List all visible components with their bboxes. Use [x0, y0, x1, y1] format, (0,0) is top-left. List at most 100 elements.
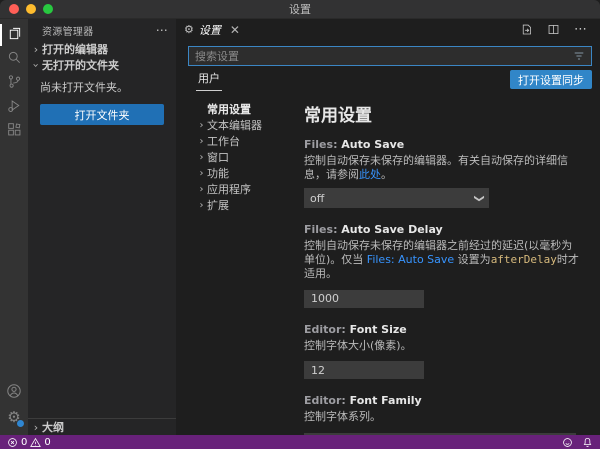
toc-item-workbench[interactable]: › 工作台 — [196, 133, 300, 149]
setting-prefix: Editor: — [304, 394, 350, 407]
window-title: 设置 — [0, 1, 600, 17]
toc-item-commonly-used[interactable]: 常用设置 — [196, 101, 300, 117]
settings-sync-button[interactable]: 打开设置同步 — [510, 70, 592, 89]
chevron-down-icon: ❯ — [473, 194, 484, 202]
toc-label: 扩展 — [207, 197, 229, 213]
desc-text: 设置为 — [454, 253, 491, 266]
search-icon — [7, 50, 22, 69]
chevron-right-icon: › — [196, 136, 207, 147]
setting-font-family: Editor: Font Family 控制字体系列。 — [304, 394, 592, 435]
font-family-input[interactable] — [304, 433, 576, 436]
toc-item-extensions[interactable]: › 扩展 — [196, 197, 300, 213]
open-settings-json-icon[interactable] — [520, 23, 533, 36]
toc-label: 文本编辑器 — [207, 117, 262, 133]
desc-text: 控制字体大小(像素)。 — [304, 339, 412, 352]
setting-name: Auto Save — [341, 138, 404, 151]
setting-description: 控制字体大小(像素)。 — [304, 339, 580, 353]
desc-link[interactable]: Files: Auto Save — [367, 253, 454, 266]
feedback-smiley-icon[interactable] — [562, 437, 573, 448]
desc-link[interactable]: 此处 — [359, 168, 381, 181]
auto-save-delay-input[interactable] — [304, 290, 424, 308]
outline-section[interactable]: › 大纲 — [28, 418, 176, 435]
more-actions-icon[interactable]: ⋯ — [156, 23, 168, 37]
settings-badge — [16, 419, 25, 428]
desc-text: 控制字体系列。 — [304, 410, 381, 423]
desc-text: 控制自动保存未保存的编辑器。有关自动保存的详细信息，请参阅 — [304, 154, 568, 181]
desc-text: 。 — [381, 168, 392, 181]
toc-item-application[interactable]: › 应用程序 — [196, 181, 300, 197]
tab-user-scope[interactable]: 用户 — [196, 70, 222, 91]
toc-item-features[interactable]: › 功能 — [196, 165, 300, 181]
search-activity-button[interactable] — [0, 47, 28, 71]
error-count: 0 — [21, 437, 27, 448]
desc-code: afterDelay — [491, 253, 557, 266]
settings-gear-icon: ⚙ — [184, 24, 194, 35]
setting-description: 控制自动保存未保存的编辑器之前经过的延迟(以毫秒为单位)。仅当 Files: A… — [304, 239, 580, 281]
settings-editor: 用户 打开设置同步 常用设置 › 文本编辑器 — [176, 40, 600, 435]
chevron-right-icon: › — [196, 200, 207, 211]
toc-label: 窗口 — [207, 149, 229, 165]
toc-label: 常用设置 — [196, 101, 251, 117]
settings-search-box — [188, 46, 592, 66]
source-control-activity-button[interactable] — [0, 71, 28, 95]
toc-item-window[interactable]: › 窗口 — [196, 149, 300, 165]
no-folder-message: 尚未打开文件夹。 — [28, 73, 176, 97]
chevron-down-icon: › — [30, 59, 43, 71]
settings-search-input[interactable] — [189, 50, 573, 63]
vscode-window: 设置 — [0, 0, 600, 449]
settings-toc: 常用设置 › 文本编辑器 › 工作台 › 窗口 — [188, 99, 300, 435]
account-icon — [6, 383, 22, 403]
warning-count: 0 — [44, 437, 50, 448]
notifications-bell-icon[interactable] — [582, 437, 593, 448]
setting-prefix: Editor: — [304, 323, 350, 336]
open-editors-section[interactable]: › 打开的编辑器 — [28, 41, 176, 57]
editor-group: ⚙ 设置 ✕ ⋯ — [176, 19, 600, 435]
filter-icon[interactable] — [573, 50, 585, 62]
setting-name: Font Family — [350, 394, 422, 407]
chevron-right-icon: › — [30, 421, 42, 434]
close-icon[interactable]: ✕ — [230, 24, 240, 36]
run-debug-icon — [7, 98, 22, 117]
explorer-activity-button[interactable] — [0, 23, 28, 47]
tab-settings[interactable]: ⚙ 设置 ✕ — [176, 19, 248, 40]
setting-name: Auto Save Delay — [341, 223, 442, 236]
settings-heading: 常用设置 — [304, 101, 592, 126]
extensions-activity-button[interactable] — [0, 119, 28, 143]
toc-item-text-editor[interactable]: › 文本编辑器 — [196, 117, 300, 133]
explorer-sidebar: 资源管理器 ⋯ › 打开的编辑器 › 无打开的文件夹 尚未打开文件夹。 打开文件… — [28, 19, 176, 435]
title-bar: 设置 — [0, 0, 600, 19]
font-size-input[interactable] — [304, 361, 424, 379]
select-value: off — [310, 192, 475, 205]
files-icon — [7, 26, 22, 45]
toc-label: 功能 — [207, 165, 229, 181]
auto-save-select[interactable]: off ❯ — [304, 188, 489, 208]
error-icon — [7, 437, 18, 448]
warning-icon — [30, 437, 41, 448]
problems-indicator[interactable]: 0 0 — [7, 437, 51, 448]
setting-description: 控制自动保存未保存的编辑器。有关自动保存的详细信息，请参阅此处。 — [304, 154, 580, 182]
setting-auto-save-delay: Files: Auto Save Delay 控制自动保存未保存的编辑器之前经过… — [304, 223, 592, 308]
sidebar-title: 资源管理器 — [42, 23, 94, 38]
split-editor-icon[interactable] — [547, 23, 560, 36]
accounts-button[interactable] — [0, 381, 28, 405]
settings-list: 常用设置 Files: Auto Save 控制自动保存未保存的编辑器。有关自动… — [300, 99, 592, 435]
activity-bar: ⚙ — [0, 19, 28, 435]
toc-label: 应用程序 — [207, 181, 251, 197]
setting-name: Font Size — [350, 323, 407, 336]
setting-files-auto-save: Files: Auto Save 控制自动保存未保存的编辑器。有关自动保存的详细… — [304, 138, 592, 208]
run-debug-activity-button[interactable] — [0, 95, 28, 119]
tab-label: 设置 — [199, 22, 221, 38]
outline-label: 大纲 — [42, 419, 64, 435]
chevron-right-icon: › — [196, 168, 207, 179]
setting-prefix: Files: — [304, 138, 341, 151]
more-actions-icon[interactable]: ⋯ — [574, 25, 588, 35]
source-control-icon — [7, 74, 22, 93]
tab-bar: ⚙ 设置 ✕ ⋯ — [176, 19, 600, 40]
manage-button[interactable]: ⚙ — [0, 405, 28, 429]
chevron-right-icon: › — [196, 120, 207, 131]
chevron-right-icon: › — [196, 184, 207, 195]
setting-description: 控制字体系列。 — [304, 410, 580, 424]
settings-scope-bar: 用户 打开设置同步 — [188, 66, 592, 91]
no-folder-section[interactable]: › 无打开的文件夹 — [28, 57, 176, 73]
open-folder-button[interactable]: 打开文件夹 — [40, 104, 164, 125]
